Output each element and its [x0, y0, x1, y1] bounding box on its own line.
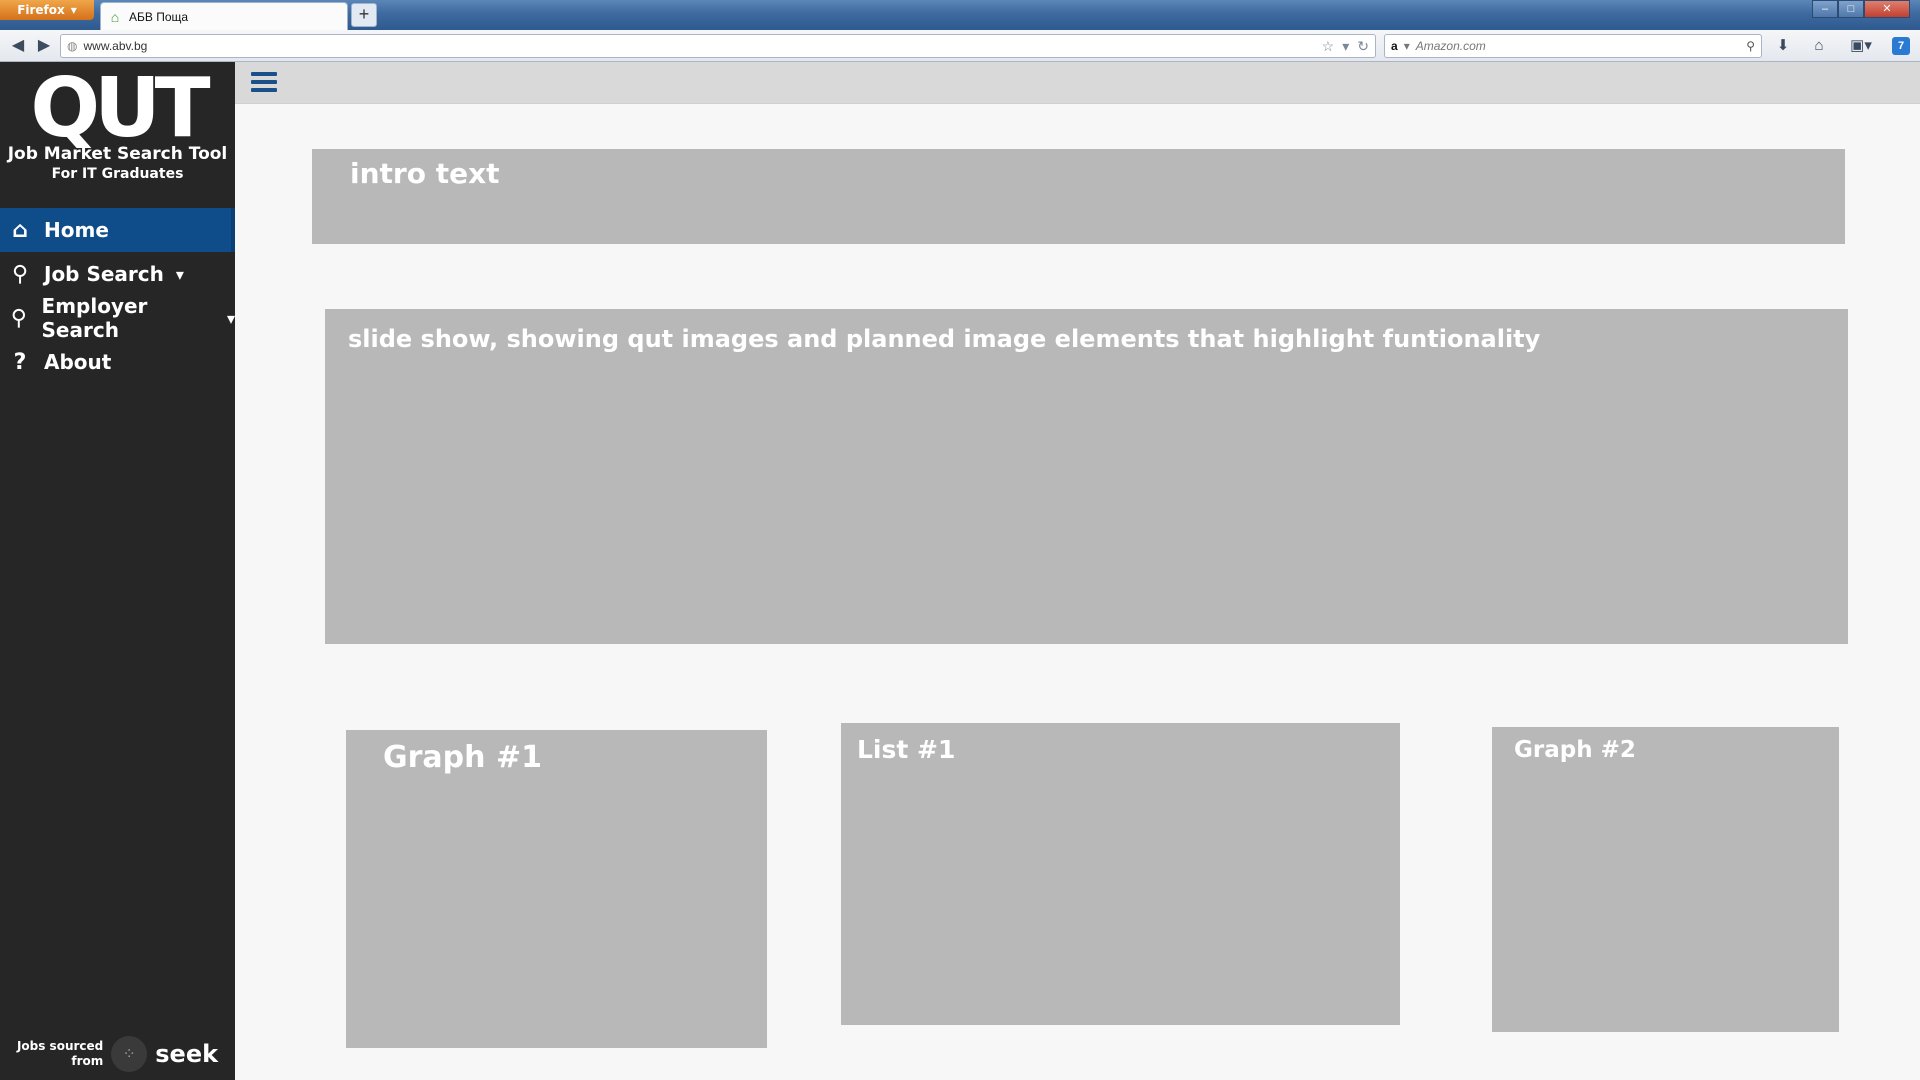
top-bar — [235, 62, 1920, 104]
history-dropdown-icon[interactable]: ▾ — [1342, 38, 1349, 55]
reload-icon[interactable]: ↻ — [1357, 38, 1369, 55]
addon-menu-icon[interactable]: ▣▾ — [1846, 36, 1876, 56]
home-favicon-icon: ⌂ — [110, 8, 120, 25]
source-line-1: Jobs sourced — [16, 1039, 104, 1053]
minimize-button[interactable]: – — [1812, 0, 1838, 18]
nav-label: Home — [44, 218, 109, 242]
seek-attribution[interactable]: Jobs sourced from ⁘ seek — [0, 1032, 235, 1076]
seek-logo-icon: ⁘ — [111, 1036, 148, 1072]
engine-dropdown-icon[interactable]: ▾ — [1404, 39, 1410, 53]
address-bar[interactable]: ◍ www.abv.bg ☆ ▾ ↻ — [60, 34, 1376, 58]
chevron-down-icon: ▾ — [70, 3, 77, 17]
graph-1-label: Graph #1 — [383, 740, 542, 775]
intro-text-placeholder: intro text — [312, 149, 1845, 244]
firefox-menu-label: Firefox — [17, 3, 65, 17]
browser-tab[interactable]: ⌂ АБВ Поща — [100, 2, 348, 30]
search-bar[interactable]: a ▾ Amazon.com ⚲ — [1384, 34, 1762, 58]
nav-label: Job Search — [44, 262, 164, 286]
window-controls: – □ ✕ — [1812, 0, 1910, 18]
sidebar: QUT Job Market Search Tool For IT Gradua… — [0, 62, 235, 1080]
graph-2-placeholder: Graph #2 — [1492, 727, 1839, 1032]
search-icon: ⚲ — [11, 261, 29, 287]
browser-navbar: ◀ ▶ ◍ www.abv.bg ☆ ▾ ↻ a ▾ Amazon.com ⚲ … — [0, 30, 1920, 62]
app-title: Job Market Search Tool — [7, 144, 228, 164]
question-icon: ? — [13, 349, 27, 375]
forward-arrow-icon[interactable]: ▶ — [32, 36, 56, 56]
sidebar-nav: ⌂ Home ⚲ Job Search ▾ ⚲ Employer Search … — [0, 208, 235, 384]
caret-down-icon: ▾ — [226, 308, 235, 328]
nav-label: About — [44, 350, 112, 374]
amazon-engine-icon[interactable]: a — [1391, 39, 1398, 53]
intro-label: intro text — [350, 157, 500, 190]
list-1-label: List #1 — [857, 735, 956, 764]
source-line-2: from — [71, 1054, 104, 1068]
slideshow-label: slide show, showing qut images and plann… — [348, 325, 1541, 353]
addon-badge-icon[interactable]: 7 — [1892, 37, 1910, 55]
nav-item-about[interactable]: ? About — [0, 340, 235, 384]
web-page: QUT Job Market Search Tool For IT Gradua… — [0, 62, 1920, 1080]
maximize-button[interactable]: □ — [1838, 0, 1864, 18]
nav-item-employer-search[interactable]: ⚲ Employer Search ▾ — [0, 294, 235, 342]
nav-label: Employer Search — [41, 294, 148, 342]
close-window-button[interactable]: ✕ — [1864, 0, 1910, 18]
home-icon[interactable]: ⌂ — [1808, 36, 1830, 56]
firefox-menu-button[interactable]: Firefox ▾ — [0, 0, 94, 20]
app-subtitle: For IT Graduates — [51, 166, 184, 182]
nav-item-job-search[interactable]: ⚲ Job Search ▾ — [0, 252, 235, 296]
list-1-placeholder: List #1 — [841, 723, 1400, 1025]
caret-down-icon: ▾ — [175, 264, 184, 284]
back-arrow-icon[interactable]: ◀ — [6, 36, 30, 56]
url-text: www.abv.bg — [83, 39, 148, 53]
search-placeholder: Amazon.com — [1415, 39, 1486, 53]
urlbar-actions: ☆ ▾ ↻ — [1322, 38, 1375, 55]
seek-logo-text: seek — [155, 1040, 219, 1068]
tab-title: АБВ Поща — [129, 9, 189, 24]
graph-2-label: Graph #2 — [1514, 737, 1636, 763]
magnifier-icon[interactable]: ⚲ — [1746, 39, 1755, 53]
new-tab-button[interactable]: + — [351, 3, 377, 27]
qut-logo: QUT — [30, 61, 210, 156]
search-icon: ⚲ — [10, 305, 27, 331]
nav-item-home[interactable]: ⌂ Home — [0, 208, 235, 252]
source-text: Jobs sourced from — [17, 1039, 103, 1069]
hamburger-menu-icon[interactable] — [251, 70, 277, 94]
globe-icon: ◍ — [67, 39, 78, 53]
home-icon: ⌂ — [12, 217, 28, 243]
browser-titlebar: Firefox ▾ ⌂ АБВ Поща + – □ ✕ — [0, 0, 1920, 30]
bookmark-star-icon[interactable]: ☆ — [1322, 38, 1335, 55]
slideshow-placeholder: slide show, showing qut images and plann… — [325, 309, 1848, 644]
download-icon[interactable]: ⬇ — [1772, 36, 1794, 56]
graph-1-placeholder: Graph #1 — [346, 730, 767, 1048]
